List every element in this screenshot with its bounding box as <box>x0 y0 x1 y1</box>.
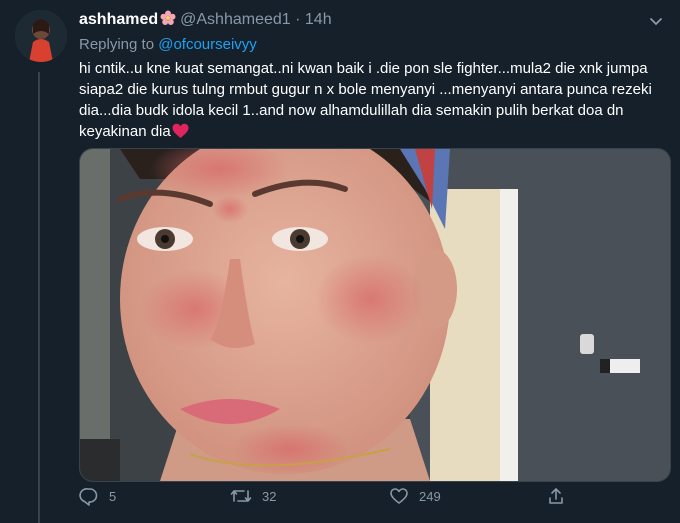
flower-emoji-icon <box>160 10 176 32</box>
heart-emoji-icon <box>172 123 189 145</box>
display-name[interactable]: ashhamed <box>79 11 158 28</box>
tweet-header: ashhamed @Ashhameed1 · 14h <box>79 10 332 32</box>
reply-mention-link[interactable]: @ofcourseivyy <box>158 36 257 53</box>
timestamp[interactable]: 14h <box>305 11 332 28</box>
thread-line <box>38 72 40 523</box>
reply-count: 5 <box>109 488 117 504</box>
reply-button[interactable]: 5 <box>79 486 116 506</box>
reply-prefix: Replying to <box>79 36 155 53</box>
share-button[interactable] <box>546 486 576 506</box>
separator-dot: · <box>295 11 301 28</box>
tweet-text: hi cntik..u kne kuat semangat..ni kwan b… <box>79 60 652 140</box>
avatar[interactable] <box>15 10 67 62</box>
replying-to: Replying to @ofcourseivyy <box>79 36 257 53</box>
retweet-count: 32 <box>262 488 277 504</box>
user-handle[interactable]: @Ashhameed1 <box>180 11 291 28</box>
like-icon <box>390 488 408 504</box>
reply-icon <box>79 488 98 506</box>
like-button[interactable]: 249 <box>389 486 441 506</box>
share-icon <box>549 488 563 504</box>
tweet-photo[interactable] <box>79 148 671 482</box>
retweet-icon <box>230 490 252 502</box>
chevron-down-icon[interactable] <box>647 12 665 35</box>
tweet-actions: 5 32 249 <box>0 486 680 514</box>
tweet-text-block: hi cntik..u kne kuat semangat..ni kwan b… <box>79 58 654 145</box>
like-count: 249 <box>419 488 441 504</box>
retweet-button[interactable]: 32 <box>230 486 276 506</box>
